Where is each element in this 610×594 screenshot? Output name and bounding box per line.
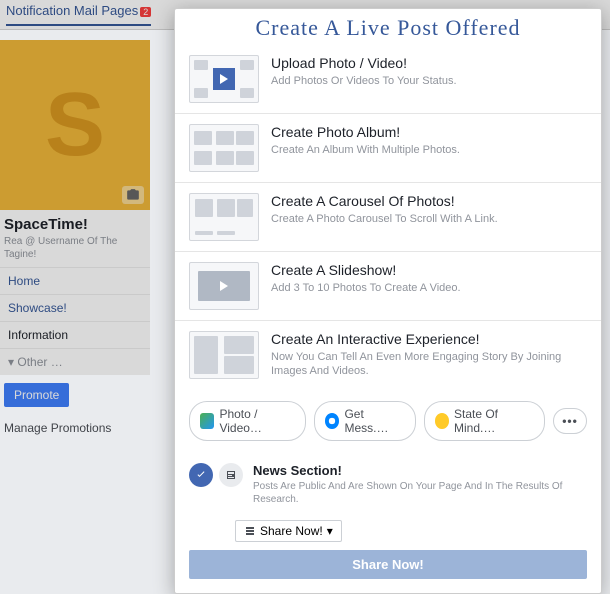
- chip-state-of-mind[interactable]: State Of Mind.…: [424, 401, 545, 441]
- news-desc: Posts Are Public And Are Shown On Your P…: [253, 480, 587, 506]
- option-desc: Add Photos Or Videos To Your Status.: [271, 74, 587, 88]
- cover-photo[interactable]: S: [0, 40, 150, 210]
- nav-home[interactable]: Home: [0, 267, 150, 294]
- photo-icon: [200, 413, 214, 429]
- play-icon: [220, 281, 228, 291]
- nav-other[interactable]: ▾ Other …: [0, 348, 150, 375]
- notification-badge: 2: [140, 7, 151, 17]
- option-title: Create A Slideshow!: [271, 262, 587, 278]
- messenger-icon: [325, 413, 339, 429]
- option-create-carousel[interactable]: Create A Carousel Of Photos! Create A Ph…: [175, 183, 601, 252]
- share-dropdown[interactable]: Share Now! ▾: [235, 520, 342, 542]
- news-section: News Section! Posts Are Public And Are S…: [175, 453, 601, 516]
- chip-row: Photo / Video… Get Mess.… State Of Mind.…: [175, 389, 601, 453]
- chip-photo-video[interactable]: Photo / Video…: [189, 401, 306, 441]
- promote-button[interactable]: Promote: [4, 383, 69, 407]
- option-desc: Create An Album With Multiple Photos.: [271, 143, 587, 157]
- page-subtitle: Rea @ Username Of The Tagine!: [4, 235, 146, 261]
- carousel-thumb: [189, 193, 259, 241]
- public-check-icon[interactable]: [189, 463, 213, 487]
- page-initial: S: [45, 74, 105, 177]
- option-title: Create Photo Album!: [271, 124, 587, 140]
- news-feed-icon: [244, 525, 256, 537]
- create-post-modal: Create A Live Post Offered Upload Photo …: [174, 8, 602, 594]
- news-icon[interactable]: [219, 463, 243, 487]
- page-title: SpaceTime!: [4, 216, 146, 233]
- nav-information[interactable]: Information: [0, 321, 150, 348]
- option-desc: Create A Photo Carousel To Scroll With A…: [271, 212, 587, 226]
- nav-showcase[interactable]: Showcase!: [0, 294, 150, 321]
- option-desc: Now You Can Tell An Even More Engaging S…: [271, 350, 587, 379]
- option-upload-photo-video[interactable]: Upload Photo / Video! Add Photos Or Vide…: [175, 45, 601, 114]
- chip-more[interactable]: •••: [553, 408, 587, 434]
- option-create-album[interactable]: Create Photo Album! Create An Album With…: [175, 114, 601, 183]
- modal-title: Create A Live Post Offered: [175, 9, 601, 45]
- option-interactive-experience[interactable]: Create An Interactive Experience! Now Yo…: [175, 321, 601, 389]
- left-nav: Home Showcase! Information ▾ Other …: [0, 267, 150, 375]
- camera-icon[interactable]: [122, 186, 144, 204]
- manage-promotions-link[interactable]: Manage Promotions: [0, 415, 150, 441]
- interactive-thumb: [189, 331, 259, 379]
- page-info: SpaceTime! Rea @ Username Of The Tagine!: [0, 210, 150, 267]
- play-icon: [220, 74, 228, 84]
- option-title: Create A Carousel Of Photos!: [271, 193, 587, 209]
- option-title: Create An Interactive Experience!: [271, 331, 587, 347]
- option-create-slideshow[interactable]: Create A Slideshow! Add 3 To 10 Photos T…: [175, 252, 601, 321]
- emoji-icon: [435, 413, 449, 429]
- chip-get-messages[interactable]: Get Mess.…: [314, 401, 416, 441]
- option-desc: Add 3 To 10 Photos To Create A Video.: [271, 281, 587, 295]
- news-title: News Section!: [253, 463, 587, 478]
- option-title: Upload Photo / Video!: [271, 55, 587, 71]
- album-thumb: [189, 124, 259, 172]
- chevron-down-icon: ▾: [327, 524, 333, 538]
- slideshow-thumb: [189, 262, 259, 310]
- nav-notifications[interactable]: Notification Mail Pages2: [6, 3, 151, 26]
- upload-thumb: [189, 55, 259, 103]
- share-now-button[interactable]: Share Now!: [189, 550, 587, 579]
